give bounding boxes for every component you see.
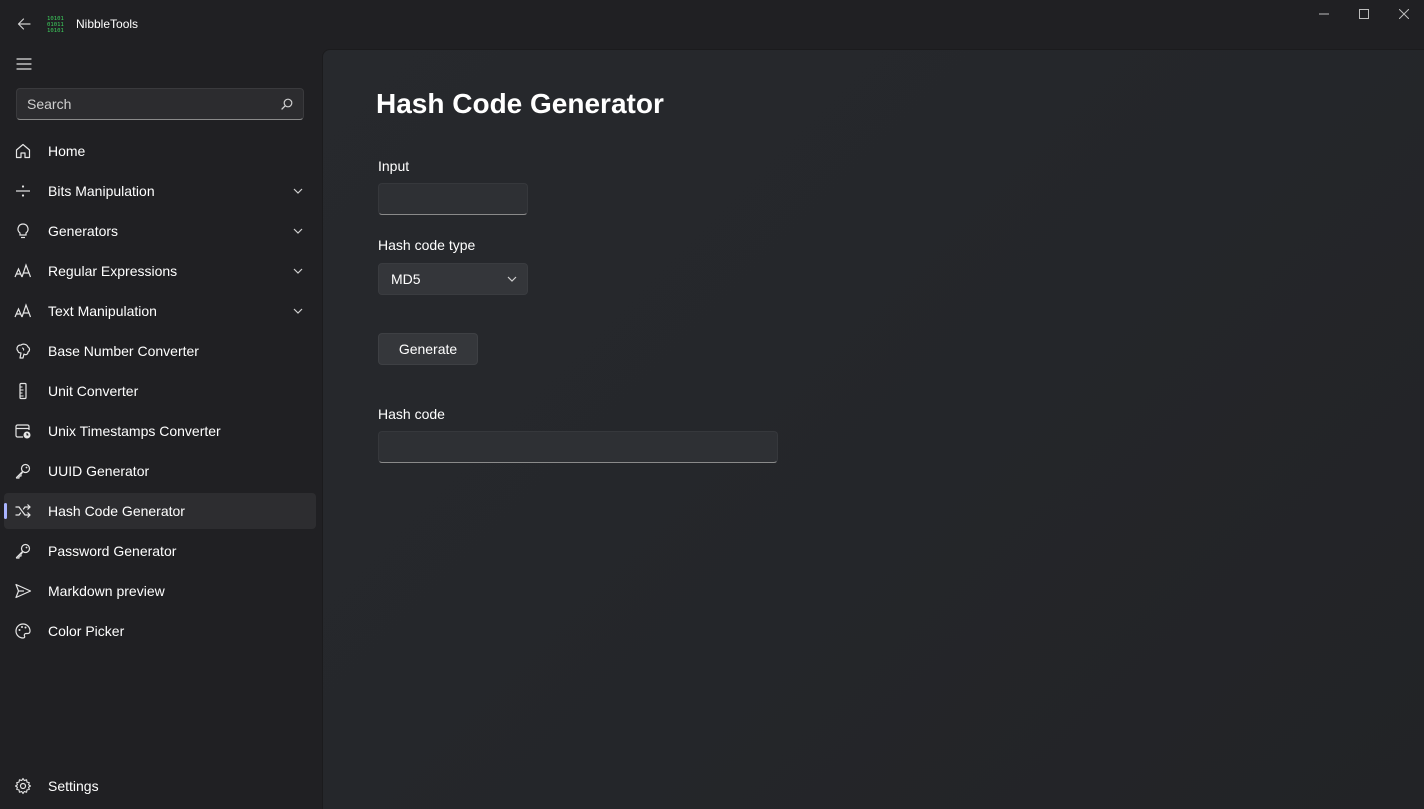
title-bar: 10101 01011 10101 NibbleTools bbox=[0, 0, 1424, 48]
sidebar-item-uuid-generator[interactable]: UUID Generator bbox=[4, 453, 316, 489]
generate-button[interactable]: Generate bbox=[378, 333, 478, 365]
hash-code-output[interactable] bbox=[378, 431, 778, 463]
palette-icon bbox=[14, 622, 32, 640]
minimize-icon bbox=[1319, 13, 1329, 15]
menu-toggle-button[interactable] bbox=[8, 48, 40, 80]
chevron-down-icon[interactable] bbox=[292, 225, 304, 237]
sidebar-item-label: Home bbox=[48, 143, 86, 159]
sidebar-item-unit-converter[interactable]: Unit Converter bbox=[4, 373, 316, 409]
sidebar-item-unix-timestamps-converter[interactable]: Unix Timestamps Converter bbox=[4, 413, 316, 449]
calendar-clock-icon bbox=[14, 422, 32, 440]
sidebar-item-label: Text Manipulation bbox=[48, 303, 157, 319]
settings-label: Settings bbox=[48, 778, 99, 794]
search-box[interactable] bbox=[16, 88, 304, 120]
chevron-down-icon bbox=[497, 276, 527, 282]
search-input[interactable] bbox=[17, 89, 271, 119]
close-icon bbox=[1399, 9, 1409, 19]
sidebar-item-label: Markdown preview bbox=[48, 583, 165, 599]
brain-icon bbox=[14, 342, 32, 360]
app-title: NibbleTools bbox=[76, 17, 139, 31]
sidebar-item-generators[interactable]: Generators bbox=[4, 213, 316, 249]
sidebar-item-markdown-preview[interactable]: Markdown preview bbox=[4, 573, 316, 609]
page-title: Hash Code Generator bbox=[376, 88, 664, 119]
sidebar-item-label: Generators bbox=[48, 223, 119, 239]
ruler-icon bbox=[14, 382, 32, 400]
key-icon bbox=[14, 542, 32, 560]
hash-code-label: Hash code bbox=[378, 406, 445, 422]
sidebar-item-text-manipulation[interactable]: Text Manipulation bbox=[4, 293, 316, 329]
sidebar-item-regular-expressions[interactable]: Regular Expressions bbox=[4, 253, 316, 289]
send-icon bbox=[14, 582, 32, 600]
search-icon[interactable] bbox=[271, 89, 303, 119]
font-size-icon bbox=[14, 302, 32, 320]
hash-type-label: Hash code type bbox=[378, 237, 476, 253]
chevron-down-icon[interactable] bbox=[292, 185, 304, 197]
sidebar-item-bits-manipulation[interactable]: Bits Manipulation bbox=[4, 173, 316, 209]
back-arrow-icon bbox=[17, 18, 31, 30]
hamburger-icon bbox=[16, 58, 32, 70]
sidebar-item-label: Unit Converter bbox=[48, 383, 139, 399]
app-logo-icon: 10101 01011 10101 bbox=[47, 16, 64, 33]
sidebar-item-password-generator[interactable]: Password Generator bbox=[4, 533, 316, 569]
maximize-icon bbox=[1359, 9, 1369, 19]
back-button[interactable] bbox=[8, 8, 40, 40]
hash-type-dropdown[interactable]: MD5 bbox=[378, 263, 528, 295]
maximize-button[interactable] bbox=[1344, 0, 1384, 28]
lightbulb-icon bbox=[14, 222, 32, 240]
main-content: Hash Code Generator Input Hash code type… bbox=[322, 49, 1424, 809]
sidebar-item-label: Regular Expressions bbox=[48, 263, 178, 279]
font-size-icon bbox=[14, 262, 32, 280]
hash-type-value: MD5 bbox=[391, 271, 421, 287]
sidebar-item-home[interactable]: Home bbox=[4, 133, 316, 169]
sidebar-item-hash-code-generator[interactable]: Hash Code Generator bbox=[4, 493, 316, 529]
bits-icon bbox=[14, 182, 32, 200]
close-button[interactable] bbox=[1384, 0, 1424, 28]
input-field[interactable] bbox=[378, 183, 528, 215]
nav-list: Home Bits Manipulation Generators Regula… bbox=[0, 133, 322, 653]
sidebar-item-label: Color Picker bbox=[48, 623, 125, 639]
shuffle-icon bbox=[14, 502, 32, 520]
sidebar-item-label: Password Generator bbox=[48, 543, 177, 559]
navigation-pane: Home Bits Manipulation Generators bbox=[0, 48, 322, 809]
chevron-down-icon[interactable] bbox=[292, 305, 304, 317]
home-icon bbox=[14, 142, 32, 160]
sidebar-item-settings[interactable]: Settings bbox=[4, 768, 316, 804]
key-icon bbox=[14, 462, 32, 480]
sidebar-item-label: Hash Code Generator bbox=[48, 503, 185, 519]
app-window: 10101 01011 10101 NibbleTools Search Hom… bbox=[0, 0, 1424, 809]
minimize-button[interactable] bbox=[1304, 0, 1344, 28]
sidebar-item-label: UUID Generator bbox=[48, 463, 150, 479]
sidebar-item-base-number-converter[interactable]: Base Number Converter bbox=[4, 333, 316, 369]
svg-text:10101: 10101 bbox=[47, 28, 64, 33]
sidebar-item-color-picker[interactable]: Color Picker bbox=[4, 613, 316, 649]
chevron-down-icon[interactable] bbox=[292, 265, 304, 277]
input-label: Input bbox=[378, 158, 410, 174]
sidebar-item-label: Bits Manipulation bbox=[48, 183, 155, 199]
gear-icon bbox=[14, 777, 32, 795]
sidebar-item-label: Base Number Converter bbox=[48, 343, 199, 359]
sidebar-item-label: Unix Timestamps Converter bbox=[48, 423, 221, 439]
